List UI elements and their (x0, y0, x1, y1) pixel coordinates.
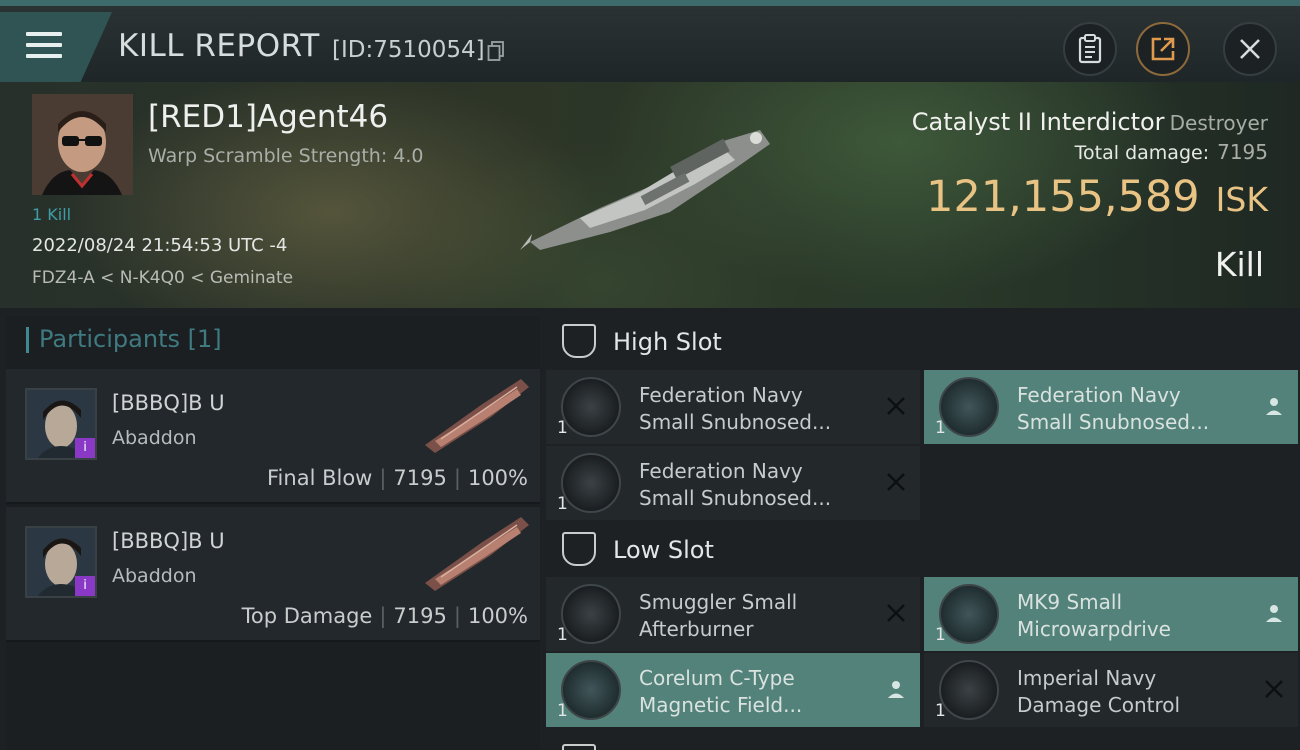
module-item[interactable]: 1 Federation Navy Small Snubnosed... (546, 370, 920, 444)
module-item[interactable]: 1 MK9 Small Microwarpdrive (924, 577, 1298, 651)
isk-value: 121,155,589 ISK (926, 172, 1268, 222)
participants-header: Participants [1] (26, 325, 222, 353)
participant-ship-image (425, 379, 529, 453)
total-damage-label: Total damage: (1074, 142, 1210, 164)
destroyed-x-icon (887, 397, 905, 415)
low-slot-header: Low Slot (546, 522, 1296, 580)
victim-ship-image[interactable] (520, 122, 780, 252)
participants-count: [1] (187, 325, 222, 353)
participant-percent: 100% (467, 466, 528, 490)
destroyed-x-icon (887, 473, 905, 491)
victim-ship-name[interactable]: Catalyst II Interdictor (912, 108, 1165, 136)
module-name: Federation Navy Small Snubnosed... (1017, 383, 1210, 434)
kill-datetime: 2022/08/24 21:54:53 UTC -4 (32, 235, 288, 256)
victim-ship-class: Destroyer (1169, 111, 1268, 135)
module-name: Federation Navy Small Snubnosed... (639, 459, 832, 510)
participant-row[interactable]: i [BBBQ]B U Abaddon Top Damage | 7195 | 100% (6, 507, 540, 642)
module-icon (939, 584, 999, 644)
module-quantity: 1 (935, 701, 946, 721)
close-button[interactable] (1223, 22, 1277, 76)
participants-panel: Participants [1] i [BBBQ]B U Abaddon Fin… (6, 316, 540, 750)
kill-report-screen: KILL REPORT [ID:7510054] [RED1]Agent46 W… (0, 0, 1300, 750)
warp-scramble-strength: Warp Scramble Strength: 4.0 (148, 145, 424, 167)
module-quantity: 1 (935, 625, 946, 645)
dropped-person-icon (888, 681, 904, 698)
participant-role: Top Damage (241, 604, 373, 628)
top-bar: KILL REPORT [ID:7510054] (0, 0, 1300, 82)
module-name: Corelum C-Type Magnetic Field... (639, 666, 803, 717)
share-button[interactable] (1136, 22, 1190, 76)
isk-amount: 121,155,589 (926, 172, 1200, 222)
module-item[interactable]: 1 Imperial Navy Damage Control (924, 653, 1298, 727)
module-icon (939, 660, 999, 720)
dropped-person-icon (1266, 605, 1282, 622)
victim-summary: [RED1]Agent46 Warp Scramble Strength: 4.… (0, 82, 1300, 308)
corp-badge-icon: i (75, 438, 95, 458)
participants-title: Participants (39, 325, 180, 353)
participant-damage: 7195 (393, 604, 447, 628)
report-result: Kill (1214, 245, 1264, 284)
victim-portrait[interactable] (32, 94, 133, 195)
total-damage: Total damage: 7195 (1075, 140, 1268, 164)
high-slot-label: High Slot (613, 328, 722, 356)
module-icon (939, 377, 999, 437)
participant-ship: Abaddon (112, 565, 197, 587)
module-quantity: 1 (935, 418, 946, 438)
participant-avatar[interactable]: i (25, 388, 97, 460)
menu-button[interactable] (0, 12, 112, 82)
high-slot-icon (562, 324, 596, 358)
module-item[interactable]: 1 Smuggler Small Afterburner (546, 577, 920, 651)
participant-role: Final Blow (267, 466, 373, 490)
module-name: Federation Navy Small Snubnosed... (639, 383, 832, 434)
destroyed-x-icon (887, 604, 905, 622)
module-icon (561, 584, 621, 644)
clipboard-button[interactable] (1063, 22, 1117, 76)
participant-avatar[interactable]: i (25, 526, 97, 598)
destroyed-x-icon (1265, 680, 1283, 698)
mid-slot-icon (562, 744, 596, 750)
victim-pilot-name[interactable]: [RED1]Agent46 (148, 99, 388, 135)
module-item[interactable]: 1 Federation Navy Small Snubnosed... (546, 446, 920, 520)
copy-icon[interactable] (487, 41, 505, 61)
participant-stats: Final Blow | 7195 | 100% (267, 466, 528, 490)
module-item[interactable]: 1 Federation Navy Small Snubnosed... (924, 370, 1298, 444)
close-icon (1240, 39, 1260, 59)
menu-icon (26, 32, 62, 60)
corp-badge-icon: i (75, 576, 95, 596)
participant-stats: Top Damage | 7195 | 100% (241, 604, 528, 628)
report-id: [ID:7510054] (332, 37, 485, 63)
module-quantity: 1 (557, 625, 568, 645)
participant-name[interactable]: [BBBQ]B U (112, 529, 225, 553)
module-quantity: 1 (557, 701, 568, 721)
kill-count: 1 Kill (32, 205, 72, 224)
victim-ship-type: Catalyst II Interdictor Destroyer (912, 108, 1268, 136)
isk-unit: ISK (1215, 180, 1268, 219)
participant-row[interactable]: i [BBBQ]B U Abaddon Final Blow | 7195 | 100% (6, 369, 540, 504)
module-name: MK9 Small Microwarpdrive (1017, 590, 1171, 641)
module-name: Imperial Navy Damage Control (1017, 666, 1181, 717)
next-slot-header (546, 734, 1296, 750)
total-damage-value: 7195 (1217, 140, 1268, 164)
module-quantity: 1 (557, 494, 568, 514)
participant-name[interactable]: [BBBQ]B U (112, 391, 225, 415)
participant-ship: Abaddon (112, 427, 197, 449)
kill-location[interactable]: FDZ4-A < N-K4Q0 < Geminate (32, 268, 293, 288)
module-icon (561, 453, 621, 513)
module-quantity: 1 (557, 418, 568, 438)
module-item[interactable]: 1 Corelum C-Type Magnetic Field... (546, 653, 920, 727)
participant-damage: 7195 (393, 466, 447, 490)
module-name: Smuggler Small Afterburner (639, 590, 798, 641)
low-slot-label: Low Slot (613, 536, 714, 564)
low-slot-icon (562, 532, 596, 566)
dropped-person-icon (1266, 398, 1282, 415)
participant-percent: 100% (467, 604, 528, 628)
clipboard-icon (1078, 34, 1102, 64)
participant-ship-image (425, 517, 529, 591)
high-slot-header: High Slot (546, 314, 1296, 372)
page-title: KILL REPORT (118, 28, 320, 64)
share-icon (1151, 37, 1175, 61)
module-icon (561, 660, 621, 720)
module-icon (561, 377, 621, 437)
